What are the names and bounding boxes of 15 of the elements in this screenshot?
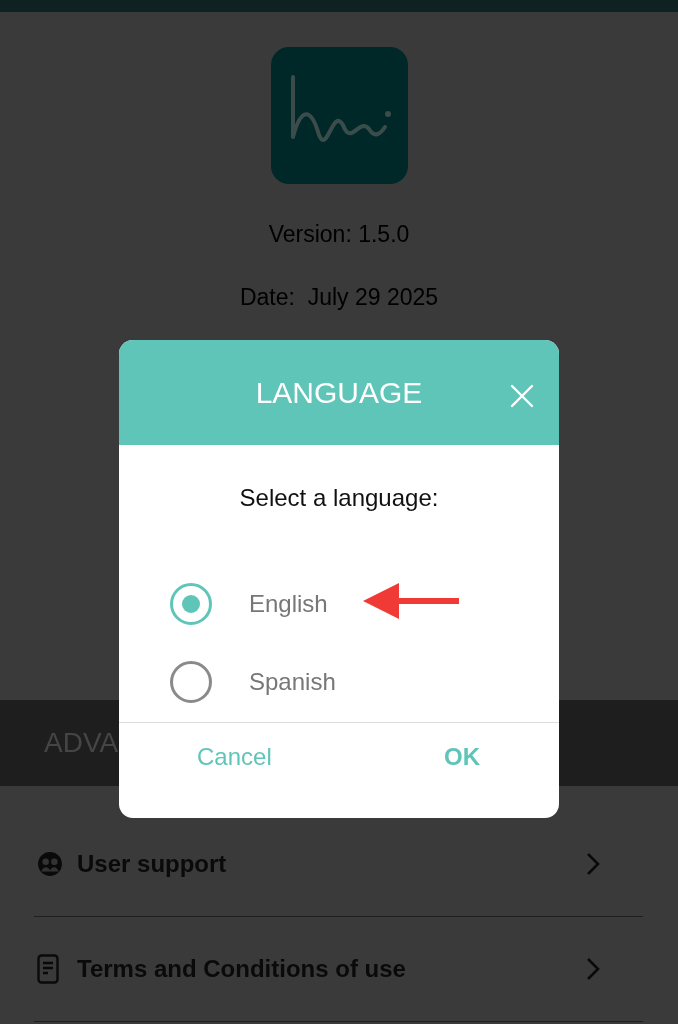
- dialog-prompt: Select a language:: [239, 483, 439, 513]
- option-label[interactable]: Spanish: [249, 668, 336, 696]
- date-text: Date: July 29 2025: [239, 283, 439, 312]
- radio-button[interactable]: [170, 661, 212, 703]
- close-icon[interactable]: [510, 384, 534, 408]
- cancel-button[interactable]: Cancel: [197, 741, 272, 773]
- arrow-icon: [363, 581, 459, 621]
- ok-button[interactable]: OK: [444, 741, 480, 773]
- option-label[interactable]: English: [249, 590, 328, 618]
- chevron-icon: [586, 957, 600, 981]
- chevron-icon: [586, 852, 600, 876]
- version-text: Version: 1.5.0: [268, 220, 410, 249]
- dialog-title: LANGUAGE: [255, 375, 423, 410]
- person-icon: [37, 849, 65, 879]
- radio-button[interactable]: [170, 583, 212, 625]
